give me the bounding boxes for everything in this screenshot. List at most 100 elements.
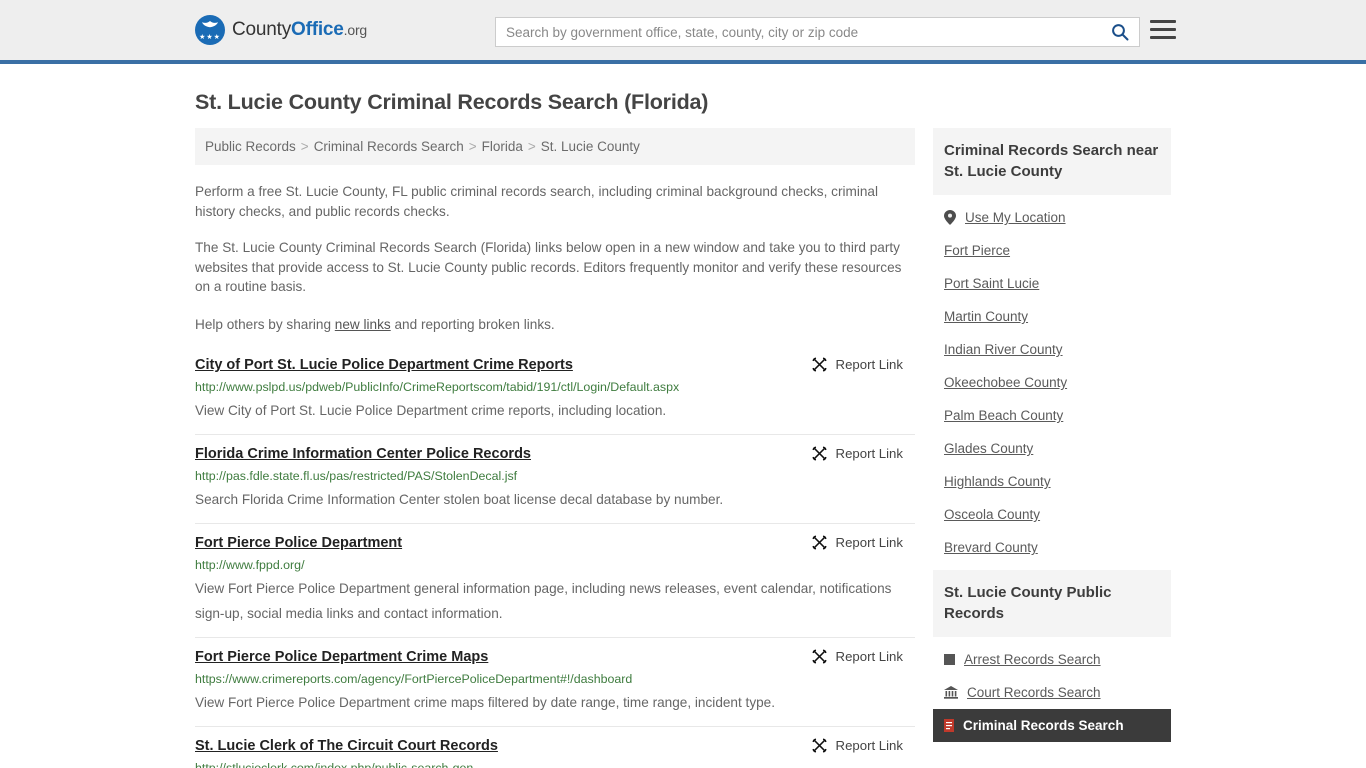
intro-p3-after: and reporting broken links. (390, 316, 555, 332)
result-header: St. Lucie Clerk of The Circuit Court Rec… (195, 736, 915, 756)
nearby-item-label: Highlands County (944, 474, 1051, 489)
public-records-item-arrest-records-search[interactable]: Arrest Records Search (933, 643, 1171, 676)
nearby-item-indian-river-county[interactable]: Indian River County (933, 333, 1171, 366)
hamburger-menu-icon[interactable] (1150, 20, 1176, 39)
nearby-item-label: Use My Location (965, 210, 1066, 225)
broken-link-icon (812, 357, 827, 372)
report-link-label: Report Link (835, 738, 903, 753)
document-icon (944, 719, 954, 732)
results-list: City of Port St. Lucie Police Department… (195, 350, 915, 768)
nearby-item-label: Glades County (944, 441, 1034, 456)
result-header: Fort Pierce Police Department Report Link (195, 533, 915, 553)
hamburger-bar (1150, 28, 1176, 31)
breadcrumb-item-public-records[interactable]: Public Records (205, 139, 296, 154)
intro-paragraph-1: Perform a free St. Lucie County, FL publ… (195, 184, 878, 219)
broken-link-icon (812, 738, 827, 753)
report-link-button[interactable]: Report Link (811, 355, 903, 373)
result-header: City of Port St. Lucie Police Department… (195, 355, 915, 375)
result-description: Search Florida Crime Information Center … (195, 492, 724, 507)
logo-text-office: Office (291, 19, 344, 40)
logo-wordmark: CountyOffice.org (232, 19, 367, 41)
site-logo[interactable]: ★★★ CountyOffice.org (195, 15, 367, 45)
report-link-label: Report Link (835, 649, 903, 664)
search-button[interactable] (1101, 18, 1139, 46)
nearby-panel-heading: Criminal Records Search near St. Lucie C… (933, 128, 1171, 195)
eagle-icon (202, 21, 218, 28)
search-bar[interactable] (495, 17, 1140, 47)
result-item: St. Lucie Clerk of The Circuit Court Rec… (195, 727, 915, 768)
page-container: St. Lucie County Criminal Records Search… (0, 90, 1366, 768)
breadcrumb-separator: > (300, 139, 309, 154)
breadcrumb-separator: > (527, 139, 536, 154)
result-description: View City of Port St. Lucie Police Depar… (195, 403, 667, 418)
sidebar: Criminal Records Search near St. Lucie C… (933, 128, 1171, 748)
nearby-item-port-saint-lucie[interactable]: Port Saint Lucie (933, 267, 1171, 300)
result-title-link[interactable]: Florida Crime Information Center Police … (195, 444, 531, 464)
eagle-circle-logo-icon: ★★★ (195, 15, 225, 45)
breadcrumb-separator: > (468, 139, 477, 154)
nearby-item-label: Fort Pierce (944, 243, 1011, 258)
intro-paragraph-2: The St. Lucie County Criminal Records Se… (195, 240, 902, 294)
site-header: ★★★ CountyOffice.org (0, 0, 1366, 64)
nearby-panel: Criminal Records Search near St. Lucie C… (933, 128, 1171, 564)
result-title-link[interactable]: City of Port St. Lucie Police Department… (195, 355, 573, 375)
intro-text: Perform a free St. Lucie County, FL publ… (195, 182, 915, 334)
broken-link-icon (812, 446, 827, 461)
result-item: Fort Pierce Police Department Crime Maps… (195, 638, 915, 727)
report-link-button[interactable]: Report Link (811, 533, 903, 551)
nearby-item-glades-county[interactable]: Glades County (933, 432, 1171, 465)
result-header: Fort Pierce Police Department Crime Maps… (195, 647, 915, 667)
result-item: Florida Crime Information Center Police … (195, 435, 915, 524)
report-link-label: Report Link (835, 535, 903, 550)
nearby-item-label: Palm Beach County (944, 408, 1064, 423)
nearby-item-palm-beach-county[interactable]: Palm Beach County (933, 399, 1171, 432)
public-records-item-court-records-search[interactable]: Court Records Search (933, 676, 1171, 709)
intro-paragraph-3: Help others by sharing new links and rep… (195, 315, 915, 335)
public-records-item-label: Arrest Records Search (964, 652, 1101, 667)
public-records-list: Arrest Records Search Court Records Searc… (933, 637, 1171, 742)
breadcrumb-item-st-lucie-county[interactable]: St. Lucie County (541, 139, 640, 154)
new-links-link[interactable]: new links (335, 317, 391, 332)
public-records-panel: St. Lucie County Public Records Arrest R… (933, 570, 1171, 742)
result-description: View Fort Pierce Police Department crime… (195, 695, 776, 710)
hamburger-bar (1150, 20, 1176, 23)
result-url: https://www.crimereports.com/agency/Fort… (195, 672, 633, 686)
result-description: View Fort Pierce Police Department gener… (195, 581, 892, 621)
square-icon (944, 654, 955, 665)
breadcrumb-item-criminal-records-search[interactable]: Criminal Records Search (314, 139, 464, 154)
report-link-button[interactable]: Report Link (811, 647, 903, 665)
result-url: http://www.pslpd.us/pdweb/PublicInfo/Cri… (195, 380, 680, 394)
search-icon (1112, 24, 1129, 41)
result-title-link[interactable]: Fort Pierce Police Department Crime Maps (195, 647, 488, 667)
public-records-item-label: Criminal Records Search (963, 718, 1124, 733)
result-title-link[interactable]: Fort Pierce Police Department (195, 533, 402, 553)
search-input[interactable] (496, 19, 1101, 45)
nearby-item-brevard-county[interactable]: Brevard County (933, 531, 1171, 564)
public-records-item-criminal-records-search[interactable]: Criminal Records Search (933, 709, 1171, 742)
nearby-item-highlands-county[interactable]: Highlands County (933, 465, 1171, 498)
courthouse-icon (944, 686, 958, 699)
nearby-item-use-my-location[interactable]: Use My Location (933, 201, 1171, 234)
nearby-item-label: Martin County (944, 309, 1029, 324)
stars-icon: ★★★ (199, 34, 221, 41)
nearby-item-martin-county[interactable]: Martin County (933, 300, 1171, 333)
public-records-item-label: Court Records Search (967, 685, 1101, 700)
report-link-button[interactable]: Report Link (811, 736, 903, 754)
result-title-link[interactable]: St. Lucie Clerk of The Circuit Court Rec… (195, 736, 498, 756)
report-link-button[interactable]: Report Link (811, 444, 903, 462)
public-records-panel-heading: St. Lucie County Public Records (933, 570, 1171, 637)
nearby-item-label: Osceola County (944, 507, 1041, 522)
report-link-label: Report Link (835, 357, 903, 372)
nearby-item-okeechobee-county[interactable]: Okeechobee County (933, 366, 1171, 399)
result-header: Florida Crime Information Center Police … (195, 444, 915, 464)
nearby-item-fort-pierce[interactable]: Fort Pierce (933, 234, 1171, 267)
nearby-item-osceola-county[interactable]: Osceola County (933, 498, 1171, 531)
result-item: Fort Pierce Police Department Report Link… (195, 524, 915, 638)
main-column: Public Records > Criminal Records Search > F… (195, 128, 915, 768)
logo-text-dotorg: .org (343, 22, 368, 38)
breadcrumb: Public Records > Criminal Records Search > F… (195, 128, 915, 165)
breadcrumb-item-florida[interactable]: Florida (482, 139, 523, 154)
logo-text-county: County (232, 19, 292, 40)
result-url: http://stlucieclerk.com/index.php/public… (195, 761, 474, 768)
nearby-item-label: Port Saint Lucie (944, 276, 1040, 291)
